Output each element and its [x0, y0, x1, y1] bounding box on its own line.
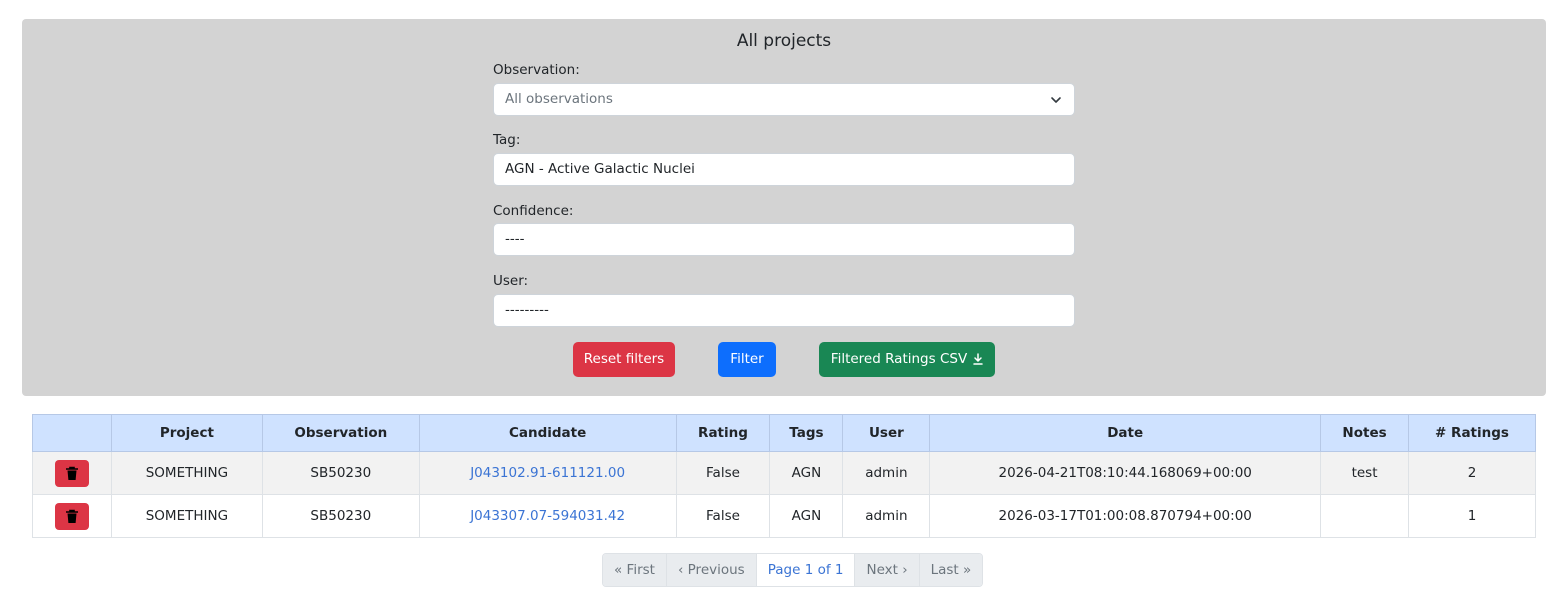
pagination: « First ‹ Previous Page 1 of 1 Next › La… [602, 553, 984, 587]
observation-select-value: All observations [505, 91, 613, 107]
header-date[interactable]: Date [929, 414, 1322, 452]
ratings-table: Project Observation Candidate Rating Tag… [32, 414, 1536, 538]
delete-button[interactable] [54, 502, 89, 530]
num-ratings-cell: 2 [1408, 451, 1536, 495]
candidate-link[interactable]: J043307.07-594031.42 [470, 508, 625, 524]
delete-button[interactable] [54, 459, 89, 487]
observation-cell: SB50230 [261, 451, 420, 495]
observation-label: Observation: [493, 62, 580, 78]
header-candidate[interactable]: Candidate [418, 414, 677, 452]
pagination-previous[interactable]: ‹ Previous [666, 554, 757, 586]
pagination-next[interactable]: Next › [855, 554, 920, 586]
num-ratings-cell: 1 [1408, 494, 1536, 538]
header-num-ratings[interactable]: # Ratings [1408, 414, 1536, 452]
filtered-ratings-csv-button[interactable]: Filtered Ratings CSV [819, 342, 995, 377]
table-row: SOMETHING SB50230 J043102.91-611121.00 F… [32, 451, 1536, 495]
project-cell: SOMETHING [110, 451, 263, 495]
download-icon [973, 353, 983, 365]
notes-cell: test [1320, 451, 1409, 495]
csv-button-label: Filtered Ratings CSV [830, 351, 968, 367]
header-rating[interactable]: Rating [675, 414, 771, 452]
user-field[interactable]: --------- [493, 294, 1075, 327]
table-row: SOMETHING SB50230 J043307.07-594031.42 F… [32, 494, 1536, 538]
candidate-cell: J043102.91-611121.00 [418, 451, 677, 495]
tag-field[interactable]: AGN - Active Galactic Nuclei [493, 153, 1075, 186]
user-cell: admin [842, 494, 931, 538]
pagination-first[interactable]: « First [603, 554, 667, 586]
chevron-down-icon [1051, 97, 1061, 103]
header-tags[interactable]: Tags [769, 414, 844, 452]
trash-icon [65, 466, 78, 480]
candidate-link[interactable]: J043102.91-611121.00 [470, 465, 625, 481]
date-cell: 2026-03-17T01:00:08.870794+00:00 [929, 494, 1322, 538]
pagination-last[interactable]: Last » [919, 554, 983, 586]
header-project[interactable]: Project [110, 414, 263, 452]
notes-cell [1320, 494, 1409, 538]
actions-cell [32, 494, 112, 538]
tags-cell: AGN [769, 494, 844, 538]
tag-label: Tag: [493, 132, 521, 148]
user-cell: admin [842, 451, 931, 495]
date-cell: 2026-04-21T08:10:44.168069+00:00 [929, 451, 1322, 495]
user-label: User: [493, 273, 529, 289]
header-actions [32, 414, 112, 452]
reset-filters-button[interactable]: Reset filters [573, 342, 675, 377]
filter-button[interactable]: Filter [718, 342, 776, 377]
header-observation[interactable]: Observation [261, 414, 420, 452]
page-title: All projects [736, 31, 832, 51]
confidence-label: Confidence: [493, 203, 574, 219]
candidate-cell: J043307.07-594031.42 [418, 494, 677, 538]
filter-panel: All projects Observation: All observatio… [22, 19, 1546, 396]
pagination-current-page: Page 1 of 1 [756, 554, 856, 586]
observation-cell: SB50230 [261, 494, 420, 538]
rating-cell: False [675, 451, 771, 495]
trash-icon [65, 509, 78, 523]
project-cell: SOMETHING [110, 494, 263, 538]
table-header-row: Project Observation Candidate Rating Tag… [32, 414, 1536, 452]
header-notes[interactable]: Notes [1320, 414, 1409, 452]
actions-cell [32, 451, 112, 495]
header-user[interactable]: User [842, 414, 931, 452]
observation-select[interactable]: All observations [493, 83, 1075, 116]
confidence-field[interactable]: ---- [493, 223, 1075, 256]
rating-cell: False [675, 494, 771, 538]
tags-cell: AGN [769, 451, 844, 495]
